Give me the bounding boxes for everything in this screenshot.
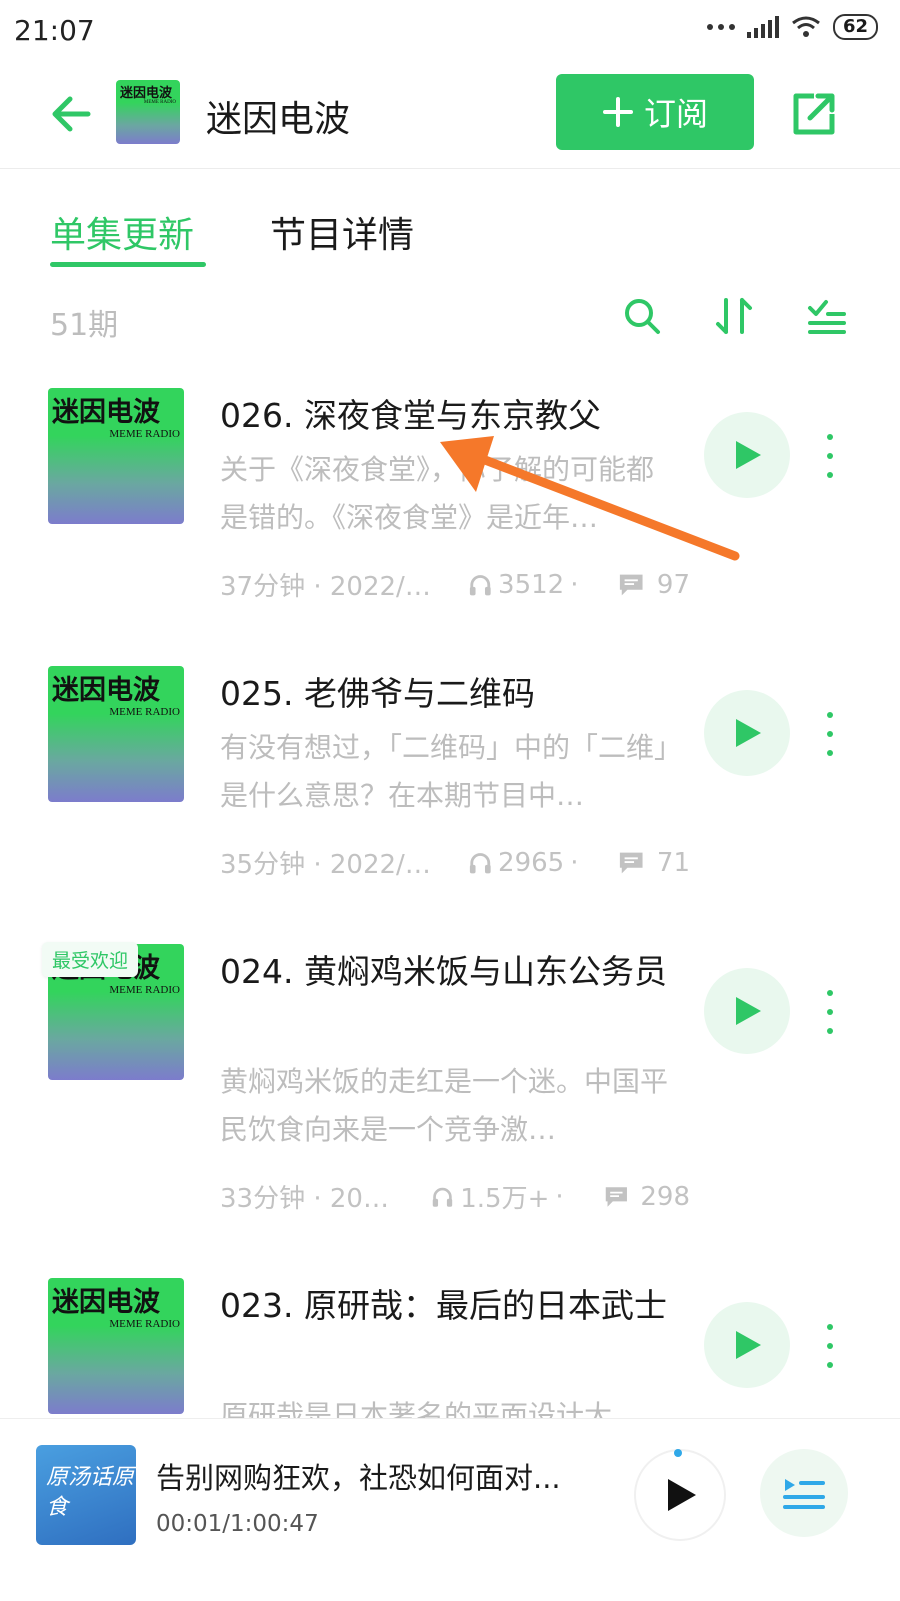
episode-duration: 35分钟 · 2022/0... — [220, 850, 434, 880]
episode-cover: 迷因电波 MEME RADIO — [48, 1278, 184, 1414]
episode-list: 迷因电波 MEME RADIO 026. 深夜食堂与东京教父 关于《深夜食堂》，… — [0, 360, 900, 1418]
signal-icon — [746, 16, 779, 38]
status-bar: 21:07 62 — [0, 0, 900, 62]
play-icon — [736, 719, 761, 747]
more-vertical-icon[interactable] — [818, 990, 842, 1034]
cover-art-subtitle: MEME RADIO — [143, 100, 176, 105]
episode-duration: 37分钟 · 2022/0... — [220, 572, 434, 602]
plus-icon — [602, 97, 633, 127]
episode-plays: 3512 — [498, 569, 565, 600]
sort-button[interactable] — [712, 294, 756, 338]
share-icon — [793, 93, 835, 135]
tab-episodes[interactable]: 单集更新 — [50, 206, 194, 258]
progress-dot — [674, 1449, 682, 1457]
play-icon — [736, 997, 761, 1025]
episode-cover: 迷因电波 MEME RADIO — [48, 388, 184, 524]
episode-meta: 35分钟 · 2022/0... 2965 · 71 — [220, 844, 690, 881]
episode-plays: 1.5万+ — [460, 1184, 550, 1214]
more-vertical-icon[interactable] — [818, 434, 842, 478]
filter-button[interactable] — [804, 294, 848, 338]
cover-art-subtitle: MEME RADIO — [109, 1318, 180, 1330]
episode-meta: 33分钟 · 2022... 1.5万+ · 298 — [220, 1178, 690, 1215]
now-playing-cover-text: 原汤话原食 — [46, 1465, 135, 1520]
filter-list-icon — [808, 300, 846, 334]
play-icon — [736, 1331, 761, 1359]
headphones-icon — [469, 574, 491, 595]
episode-description: 原研哉是日本著名的平面设计大 — [220, 1399, 613, 1418]
now-playing-cover: 原汤话原食 — [36, 1445, 136, 1545]
cover-art-title: 迷因电波 — [52, 1287, 160, 1318]
cover-art-subtitle: MEME RADIO — [109, 984, 180, 996]
tab-details[interactable]: 节目详情 — [270, 206, 414, 258]
episode-meta: 37分钟 · 2022/0... 3512 · 97 — [220, 566, 690, 603]
playlist-icon — [783, 1479, 825, 1509]
podcast-title: 迷因电波 — [206, 99, 351, 140]
cover-art-subtitle: MEME RADIO — [109, 428, 180, 440]
cover-art-subtitle: MEME RADIO — [109, 706, 180, 718]
now-playing-time: 00:01/1:00:47 — [156, 1511, 319, 1537]
episode-play-button[interactable] — [704, 1302, 790, 1388]
battery-indicator: 62 — [832, 14, 878, 40]
episode-cover: 迷因电波 MEME RADIO — [48, 666, 184, 802]
episode-play-button[interactable] — [704, 968, 790, 1054]
comment-icon — [620, 574, 644, 595]
now-playing-title: 告别网购狂欢，社恐如何面对... — [156, 1461, 561, 1495]
episode-title: 026. 深夜食堂与东京教父 — [220, 396, 601, 435]
status-time: 21:07 — [14, 14, 95, 47]
subscribe-button[interactable]: 订阅 — [556, 74, 754, 150]
episode-description: 关于《深夜食堂》，你了解的可能都是错的。《深夜食堂》是近年… — [220, 453, 655, 534]
sort-icon — [716, 298, 752, 334]
comment-icon — [605, 1186, 627, 1207]
episode-description: 黄焖鸡米饭的走红是一个迷。中国平民饮食向来是一个竞争激… — [220, 1065, 669, 1146]
play-icon — [736, 441, 761, 469]
status-icons: 62 — [706, 14, 878, 40]
episode-title: 025. 老佛爷与二维码 — [220, 674, 535, 713]
episode-count: 51期 — [50, 308, 119, 343]
episode-comments: 298 — [640, 1181, 690, 1212]
episode-description: 有没有想过，「二维码」中的「二维」是什么意思？在本期节目中… — [220, 731, 669, 812]
dots-icon — [706, 24, 735, 30]
most-popular-badge: 最受欢迎 — [42, 942, 139, 977]
player-play-button[interactable] — [634, 1449, 726, 1541]
cover-art-title: 迷因电波 — [52, 675, 160, 706]
play-icon — [668, 1479, 696, 1511]
playlist-button[interactable] — [760, 1449, 848, 1537]
search-button[interactable] — [620, 294, 664, 338]
mini-player[interactable]: 原汤话原食 告别网购狂欢，社恐如何面对... 00:01/1:00:47 — [0, 1418, 900, 1601]
share-button[interactable] — [786, 86, 842, 142]
back-button[interactable] — [44, 86, 100, 142]
wifi-icon — [792, 16, 820, 37]
episode-duration: 33分钟 · 2022... — [220, 1184, 397, 1214]
episode-title: 024. 黄焖鸡米饭与山东公务员 — [220, 952, 667, 991]
cover-art-title: 迷因电波 — [120, 86, 173, 101]
headphones-icon — [469, 852, 491, 873]
episode-title: 023. 原研哉：最后的日本武士 — [220, 1286, 667, 1325]
podcast-header: 迷因电波 MEME RADIO 迷因电波 订阅 — [0, 62, 900, 169]
more-vertical-icon[interactable] — [818, 712, 842, 756]
episode-toolbar: 51期 — [0, 290, 900, 350]
tab-bar: 单集更新 节目详情 — [0, 190, 900, 270]
podcast-cover-thumbnail: 迷因电波 MEME RADIO — [116, 80, 180, 144]
episode-comments: 71 — [656, 847, 691, 878]
active-tab-indicator — [50, 262, 206, 267]
episode-comments: 97 — [656, 569, 691, 600]
subscribe-label: 订阅 — [643, 95, 708, 133]
comment-icon — [620, 852, 644, 873]
headphones-icon — [433, 1187, 453, 1207]
episode-plays: 2965 — [498, 847, 565, 878]
search-icon — [625, 299, 660, 334]
cover-art-title: 迷因电波 — [52, 397, 160, 428]
episode-play-button[interactable] — [704, 412, 790, 498]
back-arrow-icon — [52, 96, 91, 132]
episode-play-button[interactable] — [704, 690, 790, 776]
more-vertical-icon[interactable] — [818, 1324, 842, 1368]
